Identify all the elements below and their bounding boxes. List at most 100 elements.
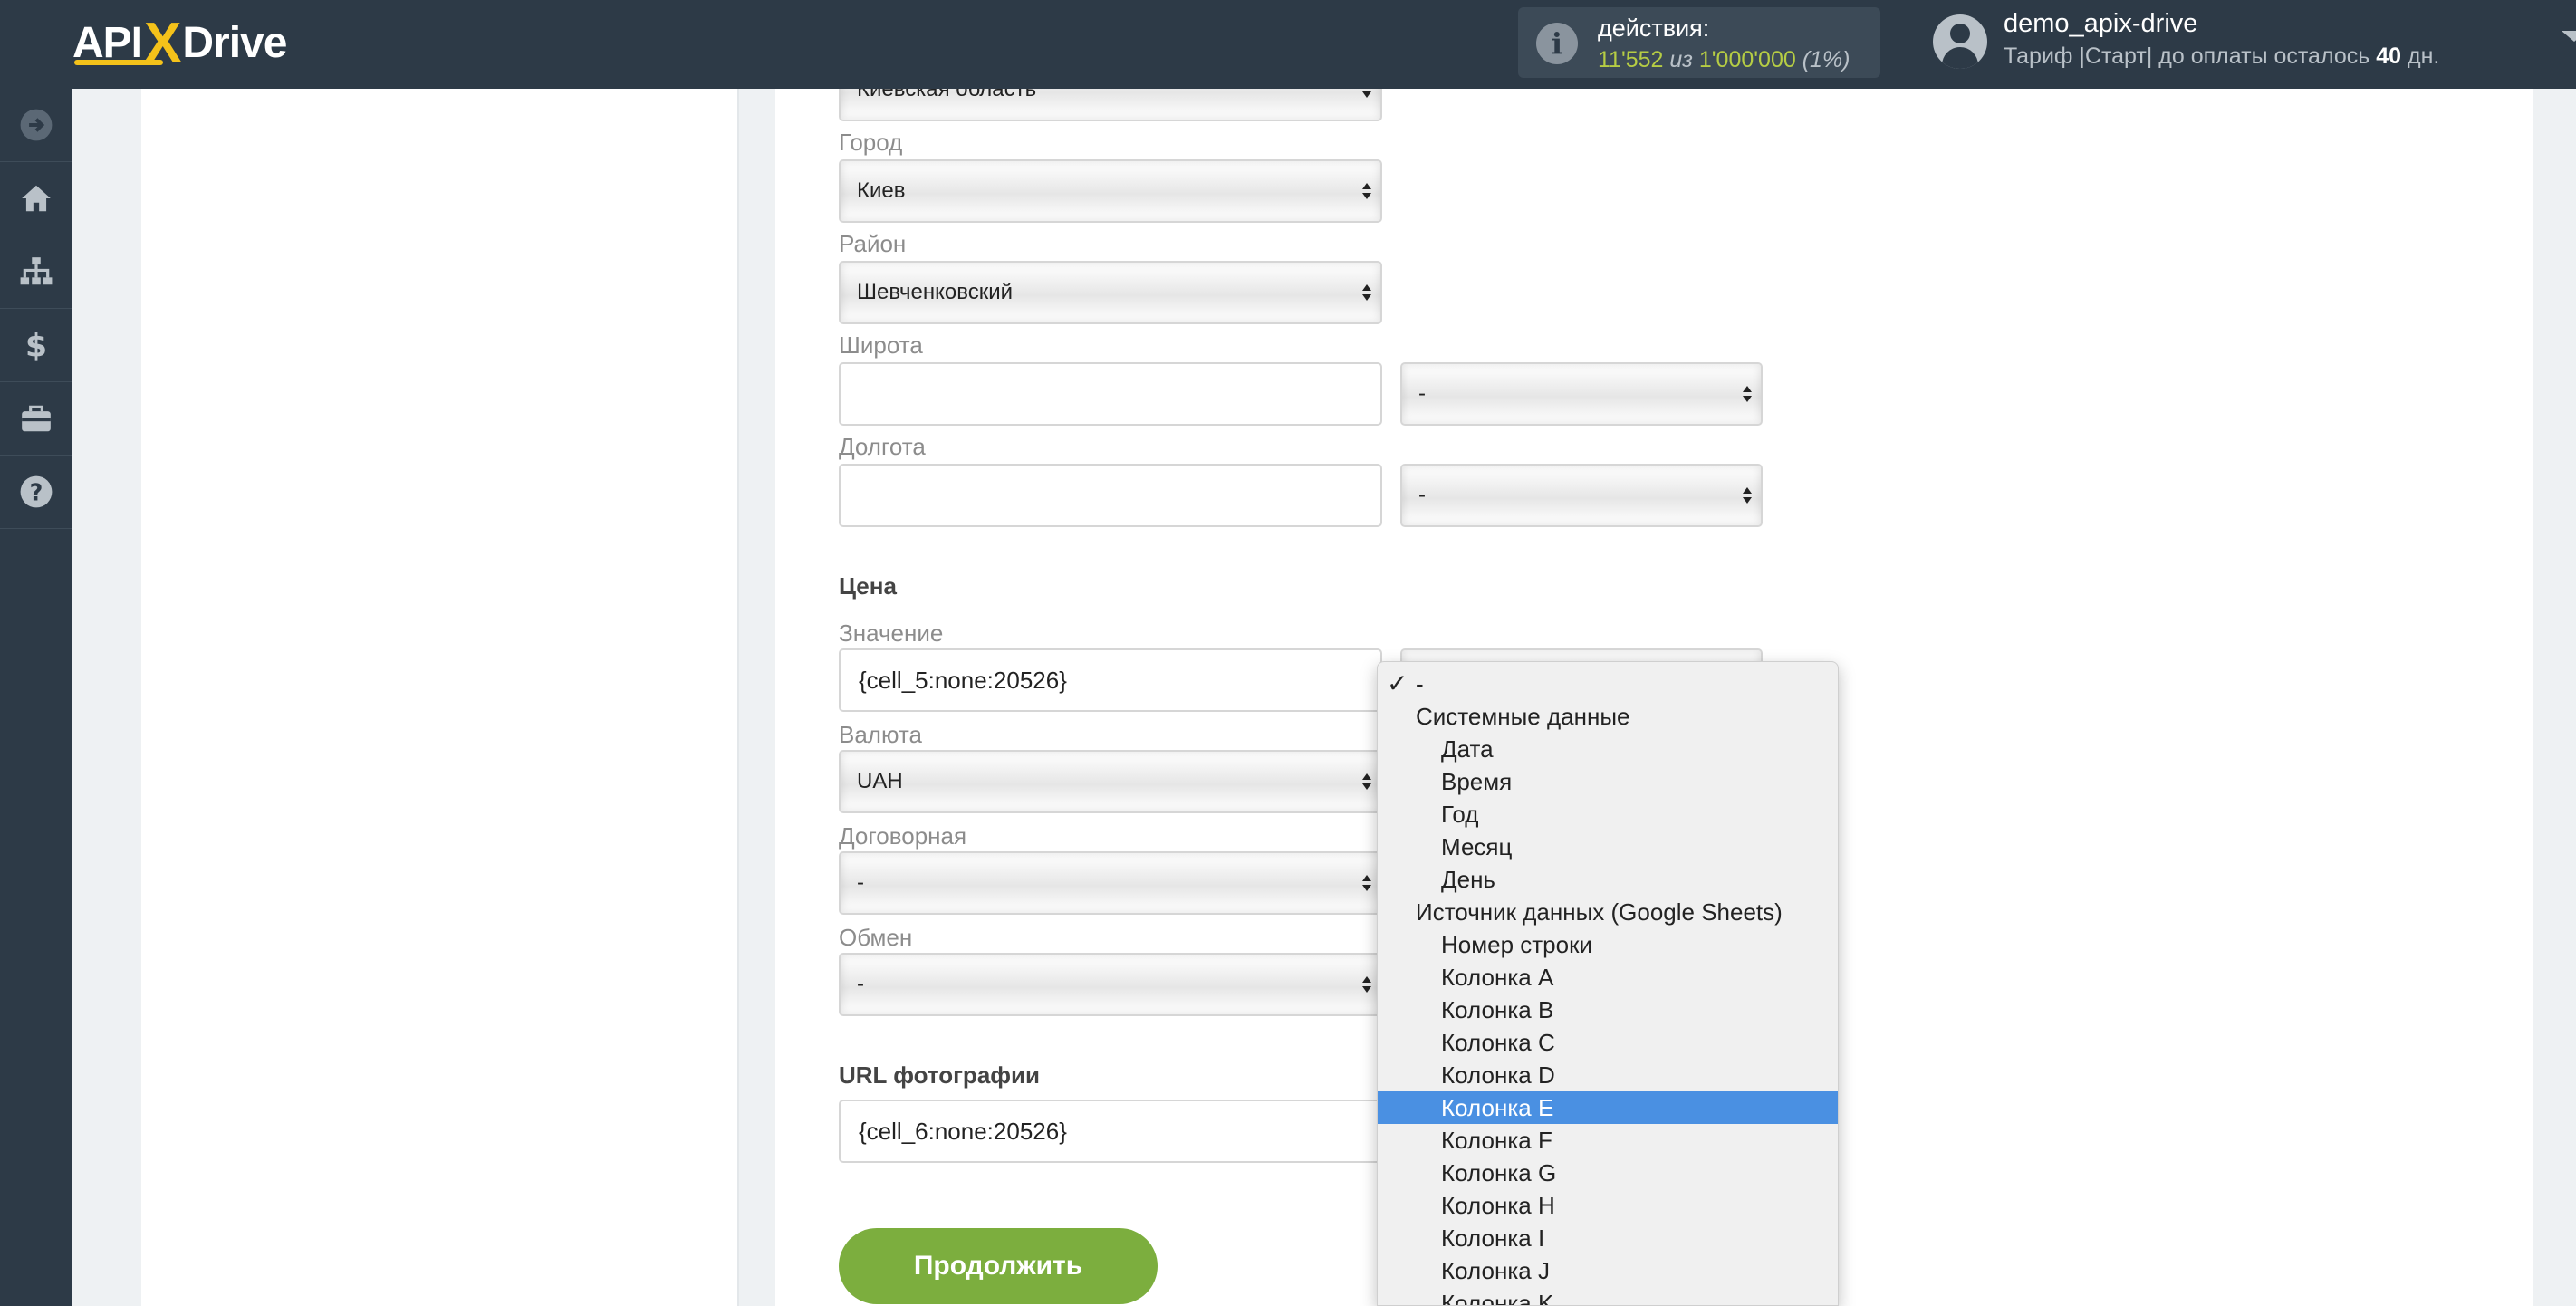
currency-select[interactable]: UAH <box>839 750 1382 813</box>
longitude-label: Долгота <box>839 433 926 460</box>
dropdown-option-label: Колонка G <box>1441 1159 1557 1186</box>
chevron-down-icon[interactable] <box>2562 31 2576 42</box>
sidebar-item-billing[interactable]: $ <box>0 309 72 382</box>
select-arrows-icon <box>1743 386 1752 404</box>
dropdown-option-label: Номер строки <box>1441 931 1592 958</box>
latitude-source-value: - <box>1418 381 1426 406</box>
longitude-source-select[interactable]: - <box>1400 464 1763 527</box>
dropdown-option-label: Дата <box>1441 735 1494 763</box>
value-input[interactable]: {cell_5:none:20526} <box>839 648 1382 712</box>
left-panel <box>141 89 739 1306</box>
user-name[interactable]: demo_apix-drive <box>2004 9 2197 39</box>
city-label: Город <box>839 129 903 156</box>
exchange-select[interactable]: - <box>839 953 1382 1016</box>
negotiable-select[interactable]: - <box>839 851 1382 915</box>
exchange-label: Обмен <box>839 924 913 951</box>
dropdown-option-label: Системные данные <box>1416 703 1630 730</box>
actions-count: 11'552 из 1'000'000 (1%) <box>1598 47 1850 73</box>
dropdown-option-label: Месяц <box>1441 833 1513 860</box>
sidebar-item-tools[interactable] <box>0 382 72 456</box>
dropdown-option[interactable]: Колонка C <box>1378 1026 1838 1059</box>
dropdown-option-label: Колонка A <box>1441 964 1554 991</box>
logo-drive: Drive <box>182 18 287 67</box>
actions-of: из <box>1669 47 1693 72</box>
dropdown-option[interactable]: Время <box>1378 765 1838 798</box>
continue-button[interactable]: Продолжить <box>839 1228 1158 1304</box>
latitude-input[interactable] <box>839 362 1382 426</box>
briefcase-icon <box>22 405 51 432</box>
sidebar-item-home[interactable] <box>0 162 72 235</box>
sidebar: $ ? <box>0 89 72 1306</box>
currency-label: Валюта <box>839 721 922 748</box>
dropdown-option[interactable]: Дата <box>1378 733 1838 765</box>
dropdown-option[interactable]: Колонка A <box>1378 961 1838 994</box>
dropdown-option[interactable]: Колонка K <box>1378 1287 1838 1306</box>
svg-text:?: ? <box>30 479 43 506</box>
actions-total: 1'000'000 <box>1698 47 1796 72</box>
dropdown-option[interactable]: Колонка J <box>1378 1254 1838 1287</box>
value-source-dropdown[interactable]: ✓ - Системные данные Дата Время Год Месяц День И… <box>1377 661 1839 1306</box>
dropdown-option-label: Колонка E <box>1441 1094 1554 1121</box>
select-arrows-icon <box>1362 284 1371 302</box>
dropdown-option[interactable]: День <box>1378 863 1838 896</box>
exchange-select-value: - <box>857 972 864 996</box>
sidebar-item-connections[interactable] <box>0 235 72 309</box>
dropdown-option-label: - <box>1416 670 1424 697</box>
dropdown-option[interactable]: Колонка E <box>1378 1091 1838 1124</box>
district-label: Район <box>839 230 907 257</box>
district-select-value: Шевченковский <box>857 280 1014 304</box>
photo-section-title: URL фотографии <box>839 1061 1040 1089</box>
dropdown-group-label: Системные данные <box>1378 700 1838 733</box>
arrow-right-circle-icon <box>20 109 53 141</box>
dropdown-option[interactable]: Колонка I <box>1378 1222 1838 1254</box>
dropdown-option-label: Колонка D <box>1441 1061 1555 1089</box>
longitude-input[interactable] <box>839 464 1382 527</box>
dropdown-option-label: Колонка K <box>1441 1290 1554 1306</box>
dropdown-option[interactable]: Колонка F <box>1378 1124 1838 1157</box>
district-select[interactable]: Шевченковский <box>839 261 1382 324</box>
sidebar-item-next[interactable] <box>0 89 72 162</box>
tariff-text: Тариф |Старт| до оплаты осталось <box>2004 43 2370 69</box>
days-left: 40 <box>2376 43 2402 69</box>
dropdown-option-label: Колонка F <box>1441 1127 1552 1154</box>
select-arrows-icon <box>1362 773 1371 792</box>
negotiable-label: Договорная <box>839 822 967 850</box>
dropdown-option[interactable]: ✓ - <box>1378 667 1838 700</box>
city-select[interactable]: Киев <box>839 159 1382 223</box>
dropdown-option-label: Колонка I <box>1441 1224 1545 1252</box>
latitude-source-select[interactable]: - <box>1400 362 1763 426</box>
actions-percent: (1%) <box>1802 47 1850 72</box>
actions-label: действия: <box>1598 14 1710 42</box>
home-icon <box>22 185 51 212</box>
dropdown-option-label: День <box>1441 866 1495 893</box>
top-bar: API X Drive i действия: 11'552 из 1'000'00… <box>0 0 2576 89</box>
city-select-value: Киев <box>857 178 906 203</box>
help-circle-icon: ? <box>20 475 53 508</box>
sidebar-item-help[interactable]: ? <box>0 456 72 529</box>
value-label: Значение <box>839 619 944 647</box>
price-section-title: Цена <box>839 572 897 600</box>
dropdown-option[interactable]: Колонка D <box>1378 1059 1838 1091</box>
dropdown-option[interactable]: Колонка B <box>1378 994 1838 1026</box>
photo-url-input[interactable]: {cell_6:none:20526} <box>839 1100 1382 1163</box>
dropdown-option-label: Время <box>1441 768 1513 795</box>
dollar-icon: $ <box>25 329 47 362</box>
select-arrows-icon <box>1362 875 1371 893</box>
days-suffix: дн. <box>2407 43 2440 69</box>
logo-underline <box>74 60 163 65</box>
dropdown-option-label: Колонка H <box>1441 1192 1555 1219</box>
negotiable-select-value: - <box>857 870 864 895</box>
checkmark-icon: ✓ <box>1387 669 1408 697</box>
dropdown-group-label: Источник данных (Google Sheets) <box>1378 896 1838 928</box>
dropdown-option[interactable]: Колонка G <box>1378 1157 1838 1189</box>
actions-used: 11'552 <box>1598 47 1664 72</box>
dropdown-option[interactable]: Месяц <box>1378 831 1838 863</box>
dropdown-option[interactable]: Номер строки <box>1378 928 1838 961</box>
dropdown-option[interactable]: Колонка H <box>1378 1189 1838 1222</box>
dropdown-option[interactable]: Год <box>1378 798 1838 831</box>
user-avatar-icon[interactable] <box>1933 14 1987 69</box>
select-arrows-icon <box>1362 976 1371 994</box>
svg-text:$: $ <box>25 329 47 362</box>
select-arrows-icon <box>1362 183 1371 201</box>
actions-counter: i действия: 11'552 из 1'000'000 (1%) <box>1518 7 1880 78</box>
